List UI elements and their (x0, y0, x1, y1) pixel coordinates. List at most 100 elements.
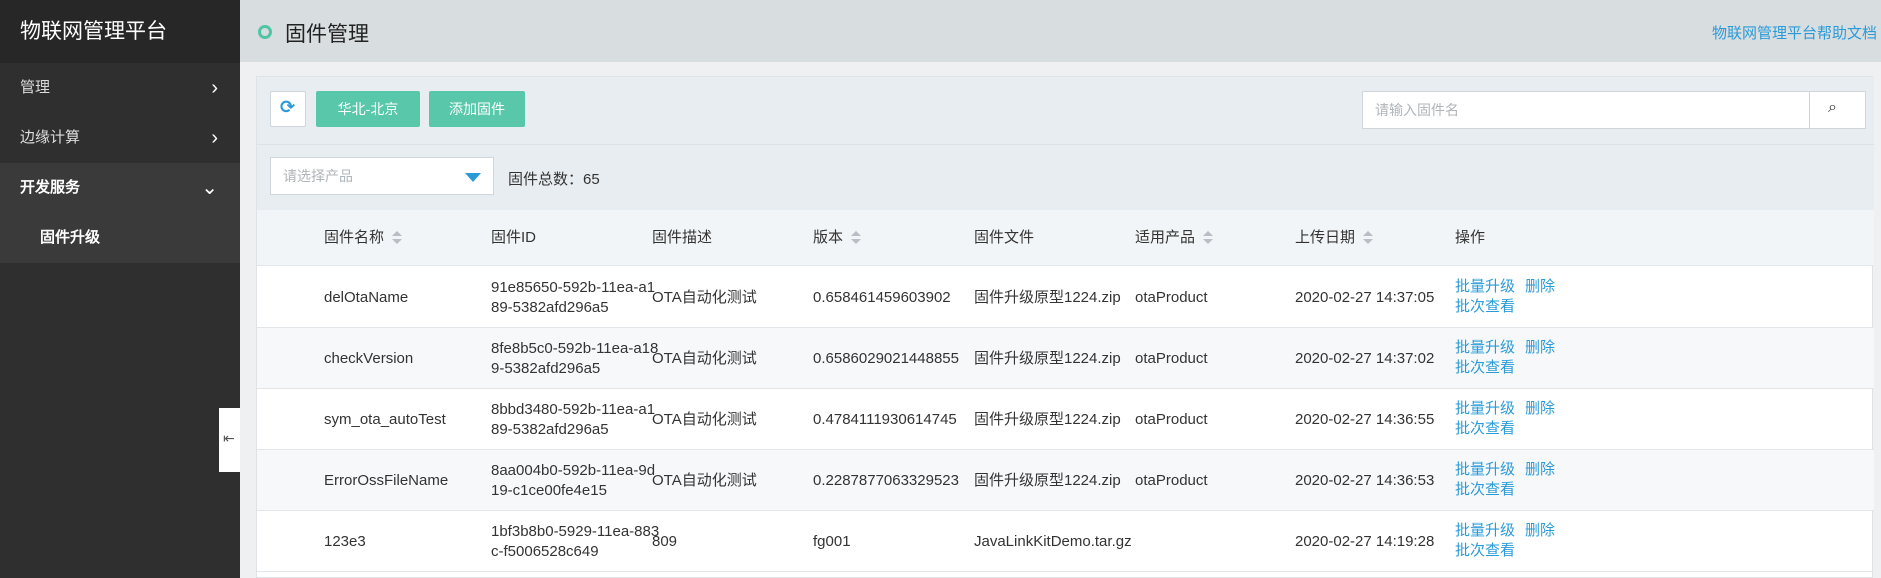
sidebar-item-label: 开发服务 (20, 179, 81, 196)
column-header-product[interactable]: 适用产品 (1135, 210, 1214, 266)
product-select-placeholder: 请选择产品 (283, 168, 353, 184)
firmware-panel: ⟳ 华北-北京 添加固件 ⌕ 请选择产品 固件总数：65 固件名称 固件ID 固… (256, 76, 1874, 578)
firmware-product: otaProduct (1135, 410, 1208, 428)
firmware-desc: OTA自动化测试 (652, 410, 757, 428)
help-doc-link[interactable]: 物联网管理平台帮助文档 (1712, 22, 1877, 43)
firmware-name: ErrorOssFileName (324, 471, 449, 489)
column-header-date[interactable]: 上传日期 (1295, 210, 1374, 266)
collapse-icon: ⇤ (223, 430, 235, 446)
firmware-name: sym_ota_autoTest (324, 410, 446, 428)
firmware-id: 8aa004b0-592b-11ea-9d19-c1ce00fe4e15 (491, 461, 656, 499)
batch-upgrade-link[interactable]: 批量升级 (1455, 522, 1515, 539)
table-row: checkVersion 8fe8b5c0-592b-11ea-a189-538… (257, 328, 1874, 389)
firmware-version: 0.658461459603902 (813, 288, 951, 306)
firmware-id: 8fe8b5c0-592b-11ea-a189-5382afd296a5 (491, 339, 659, 377)
firmware-name: checkVersion (324, 349, 414, 367)
sort-icon[interactable] (1203, 231, 1214, 245)
sidebar-item-label: 边缘计算 (20, 129, 81, 146)
firmware-desc: OTA自动化测试 (652, 349, 757, 367)
batch-view-link[interactable]: 批次查看 (1455, 420, 1515, 437)
delete-link[interactable]: 删除 (1525, 278, 1555, 295)
column-header-name[interactable]: 固件名称 (324, 210, 403, 266)
upload-date: 2020-02-27 14:36:55 (1295, 410, 1435, 428)
sidebar-item-dev-services[interactable]: 开发服务 ⌄ (0, 163, 240, 213)
sidebar-collapse-toggle[interactable]: ⇤ (219, 408, 241, 472)
firmware-product: otaProduct (1135, 288, 1208, 306)
column-header-desc: 固件描述 (652, 229, 713, 246)
search-input[interactable] (1362, 91, 1810, 129)
search-button[interactable]: ⌕ (1810, 91, 1866, 129)
column-header-id: 固件ID (491, 229, 537, 246)
sort-icon[interactable] (851, 231, 862, 245)
delete-link[interactable]: 删除 (1525, 522, 1555, 539)
refresh-button[interactable]: ⟳ (270, 91, 306, 127)
row-actions: 批量升级 删除 批次查看 (1455, 338, 1565, 378)
row-actions: 批量升级 删除 批次查看 (1455, 460, 1565, 500)
firmware-version: 0.4784111930614745 (813, 410, 957, 428)
batch-upgrade-link[interactable]: 批量升级 (1455, 400, 1515, 417)
table-row: sym_ota_autoTest 8bbd3480-592b-11ea-a189… (257, 389, 1874, 450)
title-dot-icon (258, 25, 272, 39)
batch-view-link[interactable]: 批次查看 (1455, 359, 1515, 376)
column-header-actions: 操作 (1455, 229, 1486, 246)
batch-view-link[interactable]: 批次查看 (1455, 298, 1515, 315)
firmware-name: 123e3 (324, 532, 366, 550)
firmware-file: 固件升级原型1224.zip (974, 288, 1121, 306)
table-row: 123e3 1bf3b8b0-5929-11ea-883c-f5006528c6… (257, 511, 1874, 572)
firmware-id: 8bbd3480-592b-11ea-a189-5382afd296a5 (491, 400, 656, 438)
firmware-id: 91e85650-592b-11ea-a189-5382afd296a5 (491, 278, 656, 316)
brand-title: 物联网管理平台 (0, 0, 240, 63)
batch-upgrade-link[interactable]: 批量升级 (1455, 339, 1515, 356)
filter-bar: 请选择产品 固件总数：65 (257, 144, 1874, 210)
firmware-product: otaProduct (1135, 471, 1208, 489)
upload-date: 2020-02-27 14:36:53 (1295, 471, 1435, 489)
delete-link[interactable]: 删除 (1525, 461, 1555, 478)
firmware-file: 固件升级原型1224.zip (974, 471, 1121, 489)
column-header-file: 固件文件 (974, 229, 1035, 246)
firmware-id: 1bf3b8b0-5929-11ea-883c-f5006528c649 (491, 522, 660, 560)
caret-down-icon (465, 173, 481, 182)
sidebar-item-manage[interactable]: 管理 › (0, 63, 240, 113)
firmware-version: fg001 (813, 532, 851, 550)
sidebar: 物联网管理平台 管理 › 边缘计算 › 开发服务 ⌄ 固件升级 (0, 0, 240, 578)
firmware-desc: OTA自动化测试 (652, 288, 757, 306)
batch-view-link[interactable]: 批次查看 (1455, 542, 1515, 559)
add-firmware-button[interactable]: 添加固件 (429, 91, 525, 127)
firmware-desc: OTA自动化测试 (652, 471, 757, 489)
table-row: ErrorOssFileName 8aa004b0-592b-11ea-9d19… (257, 450, 1874, 511)
page-title: 固件管理 (285, 23, 369, 46)
chevron-right-icon: › (211, 77, 218, 99)
refresh-icon: ⟳ (280, 97, 296, 117)
product-select[interactable]: 请选择产品 (270, 157, 494, 195)
chevron-right-icon: › (211, 127, 218, 149)
upload-date: 2020-02-27 14:37:02 (1295, 349, 1435, 367)
region-button[interactable]: 华北-北京 (316, 91, 420, 127)
sidebar-subitem-firmware-upgrade[interactable]: 固件升级 (0, 213, 240, 263)
firmware-file: 固件升级原型1224.zip (974, 349, 1121, 367)
batch-view-link[interactable]: 批次查看 (1455, 481, 1515, 498)
row-actions: 批量升级 删除 批次查看 (1455, 277, 1565, 317)
delete-link[interactable]: 删除 (1525, 339, 1555, 356)
table-row: delOtaName 91e85650-592b-11ea-a189-5382a… (257, 267, 1874, 328)
firmware-desc: 809 (652, 532, 678, 550)
sort-icon[interactable] (1363, 231, 1374, 245)
batch-upgrade-link[interactable]: 批量升级 (1455, 461, 1515, 478)
row-actions: 批量升级 删除 批次查看 (1455, 399, 1565, 439)
firmware-file: 固件升级原型1224.zip (974, 410, 1121, 428)
firmware-total: 固件总数：65 (508, 171, 600, 188)
sidebar-item-edge-computing[interactable]: 边缘计算 › (0, 113, 240, 163)
column-header-version[interactable]: 版本 (813, 210, 862, 266)
search-icon: ⌕ (1828, 99, 1837, 116)
firmware-file: JavaLinkKitDemo.tar.gz (974, 532, 1132, 550)
row-actions: 批量升级 删除 批次查看 (1455, 521, 1565, 561)
table-header: 固件名称 固件ID 固件描述 版本 固件文件 适用产品 上传日期 操作 (257, 210, 1874, 266)
sort-icon[interactable] (392, 231, 403, 245)
batch-upgrade-link[interactable]: 批量升级 (1455, 278, 1515, 295)
chevron-down-icon: ⌄ (201, 177, 218, 199)
main-content: ⟳ 华北-北京 添加固件 ⌕ 请选择产品 固件总数：65 固件名称 固件ID 固… (240, 62, 1881, 578)
firmware-version: 0.6586029021448855 (813, 349, 959, 367)
firmware-version: 0.2287877063329523 (813, 471, 959, 489)
toolbar: ⟳ 华北-北京 添加固件 ⌕ (257, 77, 1874, 144)
page-header: 固件管理 物联网管理平台帮助文档 (240, 0, 1881, 62)
delete-link[interactable]: 删除 (1525, 400, 1555, 417)
